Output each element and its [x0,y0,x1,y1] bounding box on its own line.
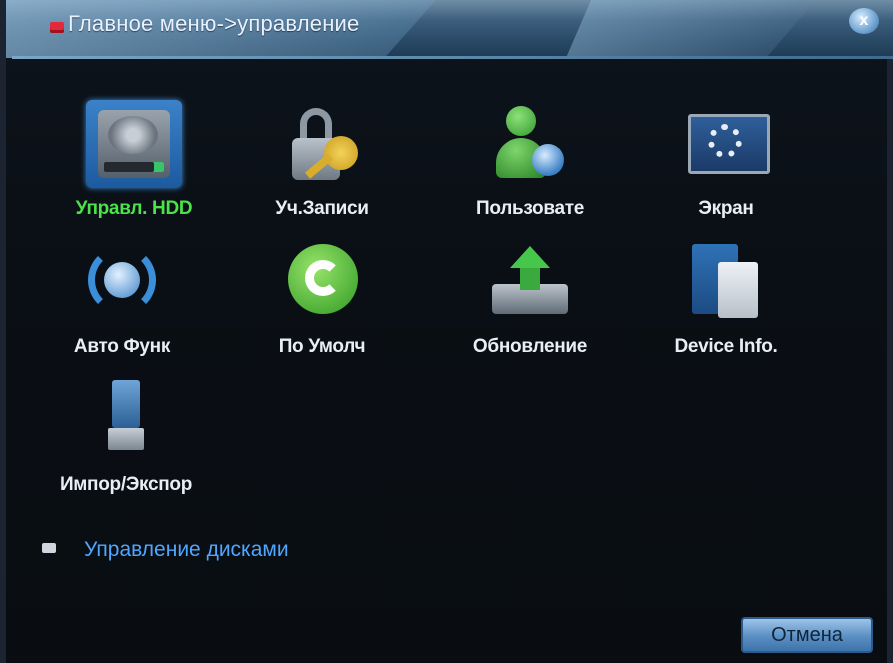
tile-hdd-management[interactable]: Управл. HDD [54,100,214,220]
display-gear-icon [678,100,774,188]
disk-icon [42,543,56,554]
tile-device-info[interactable]: Device Info. [646,238,806,358]
title-divider [12,56,893,59]
tile-users[interactable]: Пользовате [450,100,610,220]
tile-default[interactable]: По Умолч [242,238,402,358]
tile-display[interactable]: Экран [646,100,806,220]
tile-label: По Умолч [278,336,366,357]
menu-icon [50,22,64,33]
tile-import-export[interactable]: Импор/Экспор [46,376,206,496]
hdd-icon [86,100,182,188]
tile-upgrade[interactable]: Обновление [450,238,610,358]
status-text: Управление дисками [84,538,289,561]
status-hint: Управление дисками [42,538,289,562]
reset-default-icon [274,238,370,326]
tile-label: Пользовате [476,198,584,219]
window-title: Главное меню->управление [68,11,360,36]
tile-label: Уч.Записи [275,198,369,219]
close-button[interactable]: x [849,8,879,34]
tile-label: Импор/Экспор [59,474,193,495]
tile-label: Управл. HDD [75,198,193,219]
cancel-button[interactable]: Отмена [741,617,873,653]
title-bar: Главное меню->управление x [6,0,893,58]
tile-label: Авто Функ [73,336,171,357]
usb-import-export-icon [78,376,174,464]
device-info-icon [678,238,774,326]
tile-label: Device Info. [674,336,778,357]
tile-auto-maintain[interactable]: Авто Функ [42,238,202,358]
management-window: Главное меню->управление x Управл. HDD У… [0,0,893,663]
upgrade-icon [482,238,578,326]
lock-key-icon [274,100,370,188]
user-icon [482,100,578,188]
tile-label: Экран [698,198,754,219]
auto-maintain-icon [74,238,170,326]
tile-label: Обновление [472,336,588,357]
tile-accounts[interactable]: Уч.Записи [242,100,402,220]
